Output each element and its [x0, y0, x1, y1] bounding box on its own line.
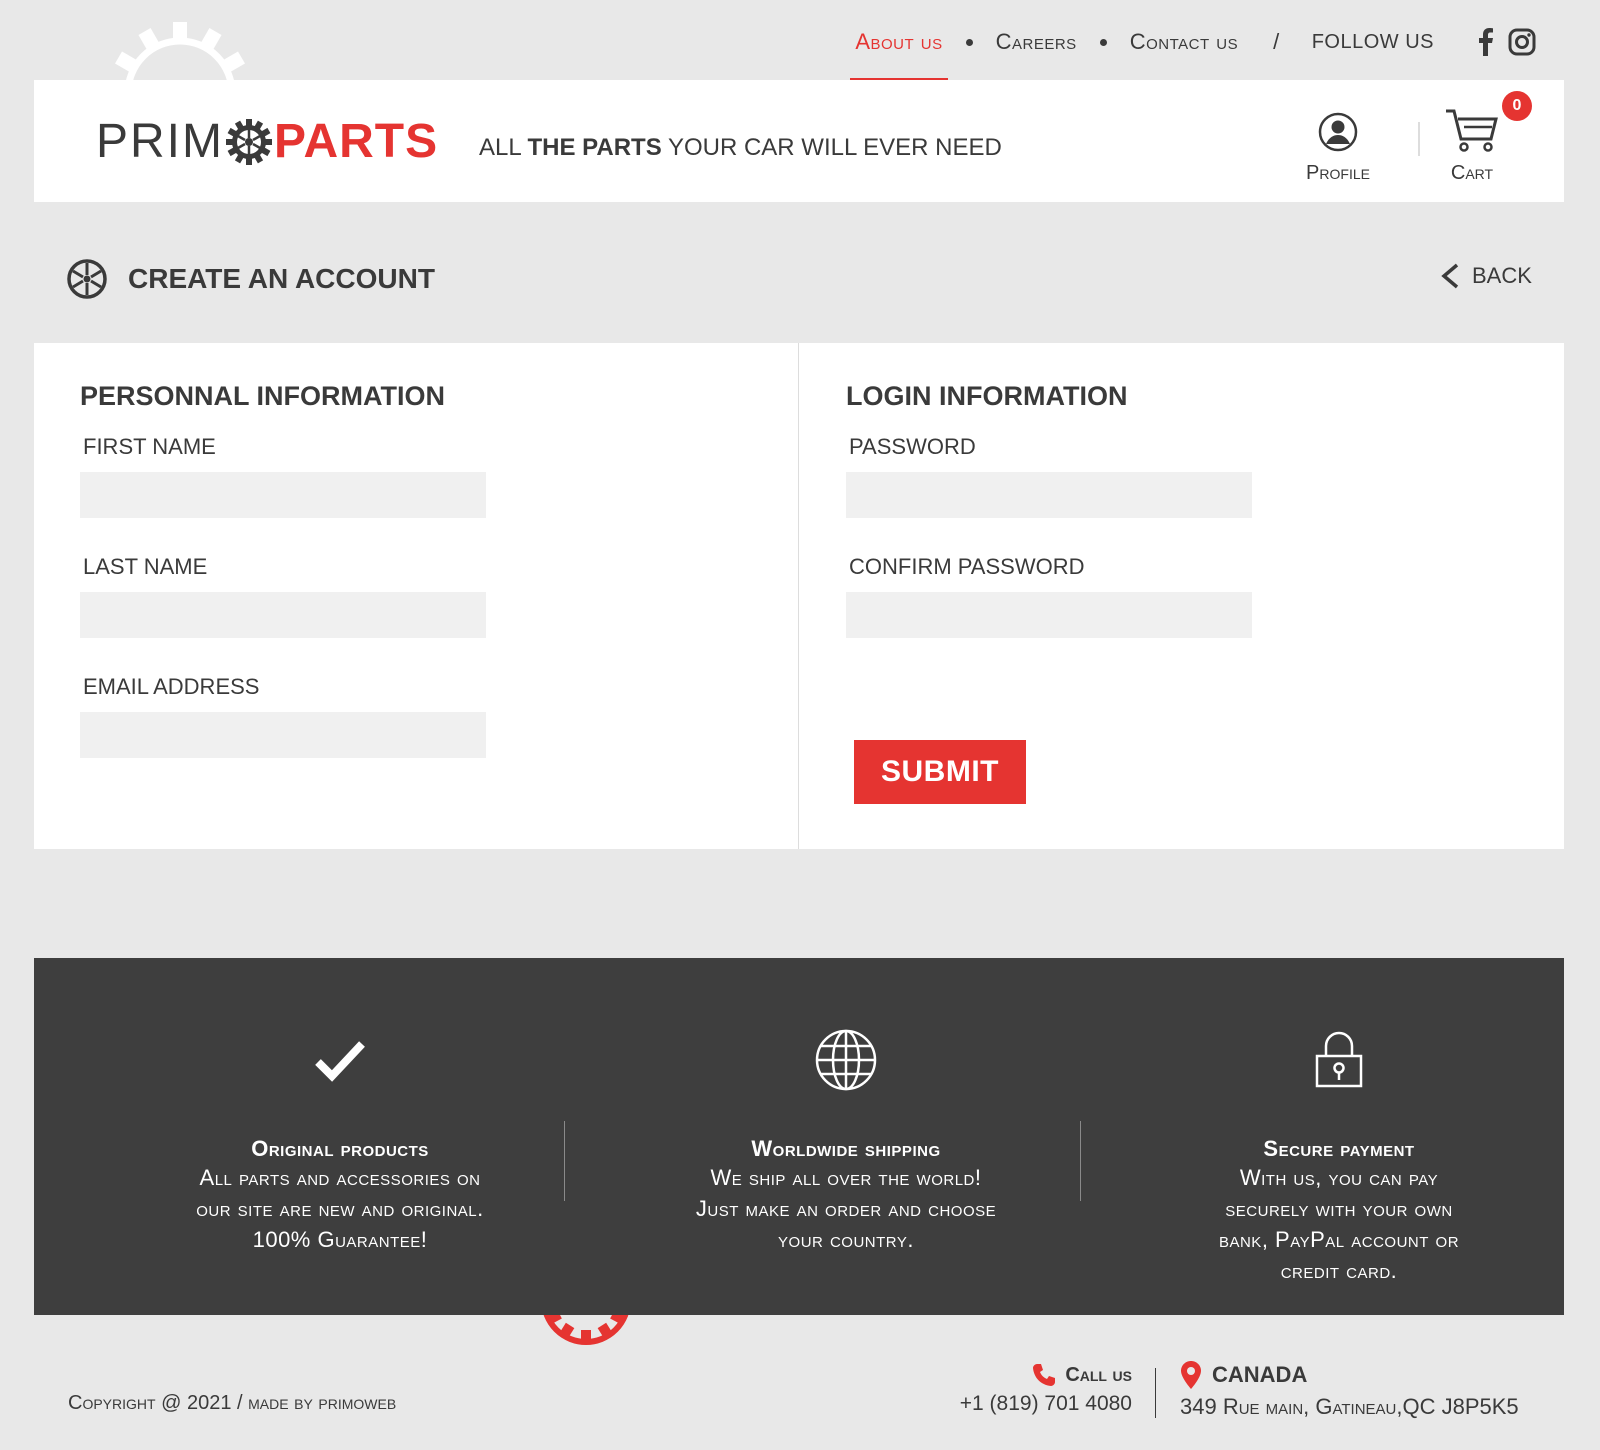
header-divider — [1418, 122, 1420, 156]
password-label: PASSWORD — [849, 434, 976, 459]
submit-button[interactable]: SUBMIT — [854, 740, 1026, 804]
cart-count-badge: 0 — [1502, 91, 1532, 121]
back-label: BACK — [1472, 263, 1532, 288]
features-band: Original products All parts and accessor… — [34, 958, 1564, 1315]
feature-description-line: All parts and accessories on — [199, 1165, 481, 1190]
feature-divider — [1080, 1121, 1081, 1201]
phone-icon — [1033, 1364, 1056, 1386]
last-name-input[interactable] — [80, 592, 486, 638]
nav-careers-link[interactable]: Careers — [991, 29, 1082, 55]
tagline-part-1: ALL — [479, 134, 528, 161]
first-name-label: FIRST NAME — [83, 434, 216, 459]
gear-decoration-icon — [115, 22, 245, 80]
last-name-label: LAST NAME — [83, 554, 208, 579]
logo-text-prim: PRIM — [96, 115, 224, 168]
form-column-divider — [798, 343, 799, 849]
page-title: CREATE AN ACCOUNT — [66, 258, 435, 300]
social-links — [1478, 28, 1536, 56]
profile-label: Profile — [1306, 162, 1370, 184]
copyright-text: Copyright @ 2021 / made by primoweb — [68, 1392, 397, 1414]
email-address-input[interactable] — [80, 712, 486, 758]
checkmark-icon — [315, 1041, 365, 1082]
feature-description-line: our site are new and original. — [196, 1196, 484, 1221]
chevron-left-icon — [1441, 263, 1459, 289]
call-us-block: Call us +1 (819) 701 4080 — [960, 1362, 1132, 1416]
nav-separator-dot — [1099, 38, 1107, 46]
map-pin-icon — [1181, 1361, 1201, 1389]
primoparts-logo[interactable]: PRIM PARTS — [96, 114, 438, 169]
feature-description-line: Just make an order and choose — [695, 1196, 997, 1221]
phone-number-link[interactable]: +1 (819) 701 4080 — [960, 1392, 1132, 1416]
cart-label: Cart — [1450, 162, 1494, 184]
feature-title: Original products — [251, 1136, 429, 1161]
feature-secure-payment: Secure payment With us, you can pay secu… — [1129, 958, 1549, 1286]
tagline-part-2: THE PARTS — [527, 134, 662, 161]
feature-title: Secure payment — [1263, 1136, 1415, 1161]
back-link[interactable]: BACK — [1440, 262, 1532, 290]
feature-description-line: We ship all over the world! — [710, 1165, 982, 1190]
personal-information-heading: PERSONNAL INFORMATION — [80, 381, 446, 411]
feature-description-line: With us, you can pay — [1239, 1165, 1439, 1190]
top-navigation: About us Careers Contact us / FOLLOW US — [850, 28, 1536, 82]
location-block: CANADA 349 Rue main, Gatineau,QC J8P5K5 — [1180, 1360, 1519, 1420]
padlock-icon — [1315, 1031, 1363, 1088]
confirm-password-label: CONFIRM PASSWORD — [849, 554, 1085, 579]
site-tagline: ALL THE PARTS YOUR CAR WILL EVER NEED — [479, 134, 1002, 162]
cart-button[interactable]: Cart — [1432, 108, 1512, 185]
login-information-section: LOGIN INFORMATION PASSWORD CONFIRM PASSW… — [846, 381, 1252, 674]
profile-button[interactable]: Profile — [1296, 112, 1380, 185]
location-country: CANADA — [1212, 1362, 1308, 1387]
feature-description-line: bank, PayPal account or — [1218, 1227, 1460, 1252]
page-title-text: CREATE AN ACCOUNT — [128, 263, 435, 294]
facebook-icon[interactable] — [1478, 28, 1494, 56]
street-address: 349 Rue main, Gatineau,QC J8P5K5 — [1180, 1394, 1519, 1419]
follow-us-label: FOLLOW US — [1311, 30, 1434, 53]
gear-logo-icon — [226, 118, 272, 165]
logo-text-parts: PARTS — [274, 115, 439, 168]
tagline-part-3: YOUR CAR WILL EVER NEED — [661, 134, 1002, 161]
instagram-icon[interactable] — [1508, 28, 1536, 56]
create-account-form: PERSONNAL INFORMATION FIRST NAME LAST NA… — [34, 343, 1564, 849]
password-input[interactable] — [846, 472, 1252, 518]
nav-about-us-link[interactable]: About us — [850, 29, 948, 82]
first-name-input[interactable] — [80, 472, 486, 518]
nav-contact-us-link[interactable]: Contact us — [1125, 29, 1243, 55]
nav-slash-separator: / — [1273, 29, 1280, 54]
feature-original-products: Original products All parts and accessor… — [130, 958, 550, 1255]
feature-description-line: securely with your own — [1225, 1196, 1453, 1221]
site-header: PRIM PARTS ALL THE PARTS YOUR CAR WILL E… — [34, 80, 1564, 202]
feature-divider — [564, 1121, 565, 1201]
feature-worldwide-shipping: Worldwide shipping We ship all over the … — [636, 958, 1056, 1255]
footer-divider — [1155, 1368, 1156, 1418]
globe-icon — [815, 1029, 877, 1091]
shopping-cart-icon — [1446, 109, 1498, 152]
call-us-title: Call us — [1065, 1363, 1132, 1386]
user-profile-icon — [1318, 112, 1358, 152]
wheel-icon — [67, 259, 107, 299]
feature-description-line: your country. — [778, 1227, 914, 1252]
personal-information-section: PERSONNAL INFORMATION FIRST NAME LAST NA… — [80, 381, 486, 794]
confirm-password-input[interactable] — [846, 592, 1252, 638]
feature-title: Worldwide shipping — [751, 1136, 941, 1161]
feature-description-line: 100% Guarantee! — [252, 1227, 428, 1252]
login-information-heading: LOGIN INFORMATION — [846, 381, 1128, 411]
email-address-label: EMAIL ADDRESS — [83, 674, 260, 699]
nav-separator-dot — [965, 38, 973, 46]
feature-description-line: credit card. — [1280, 1258, 1398, 1283]
